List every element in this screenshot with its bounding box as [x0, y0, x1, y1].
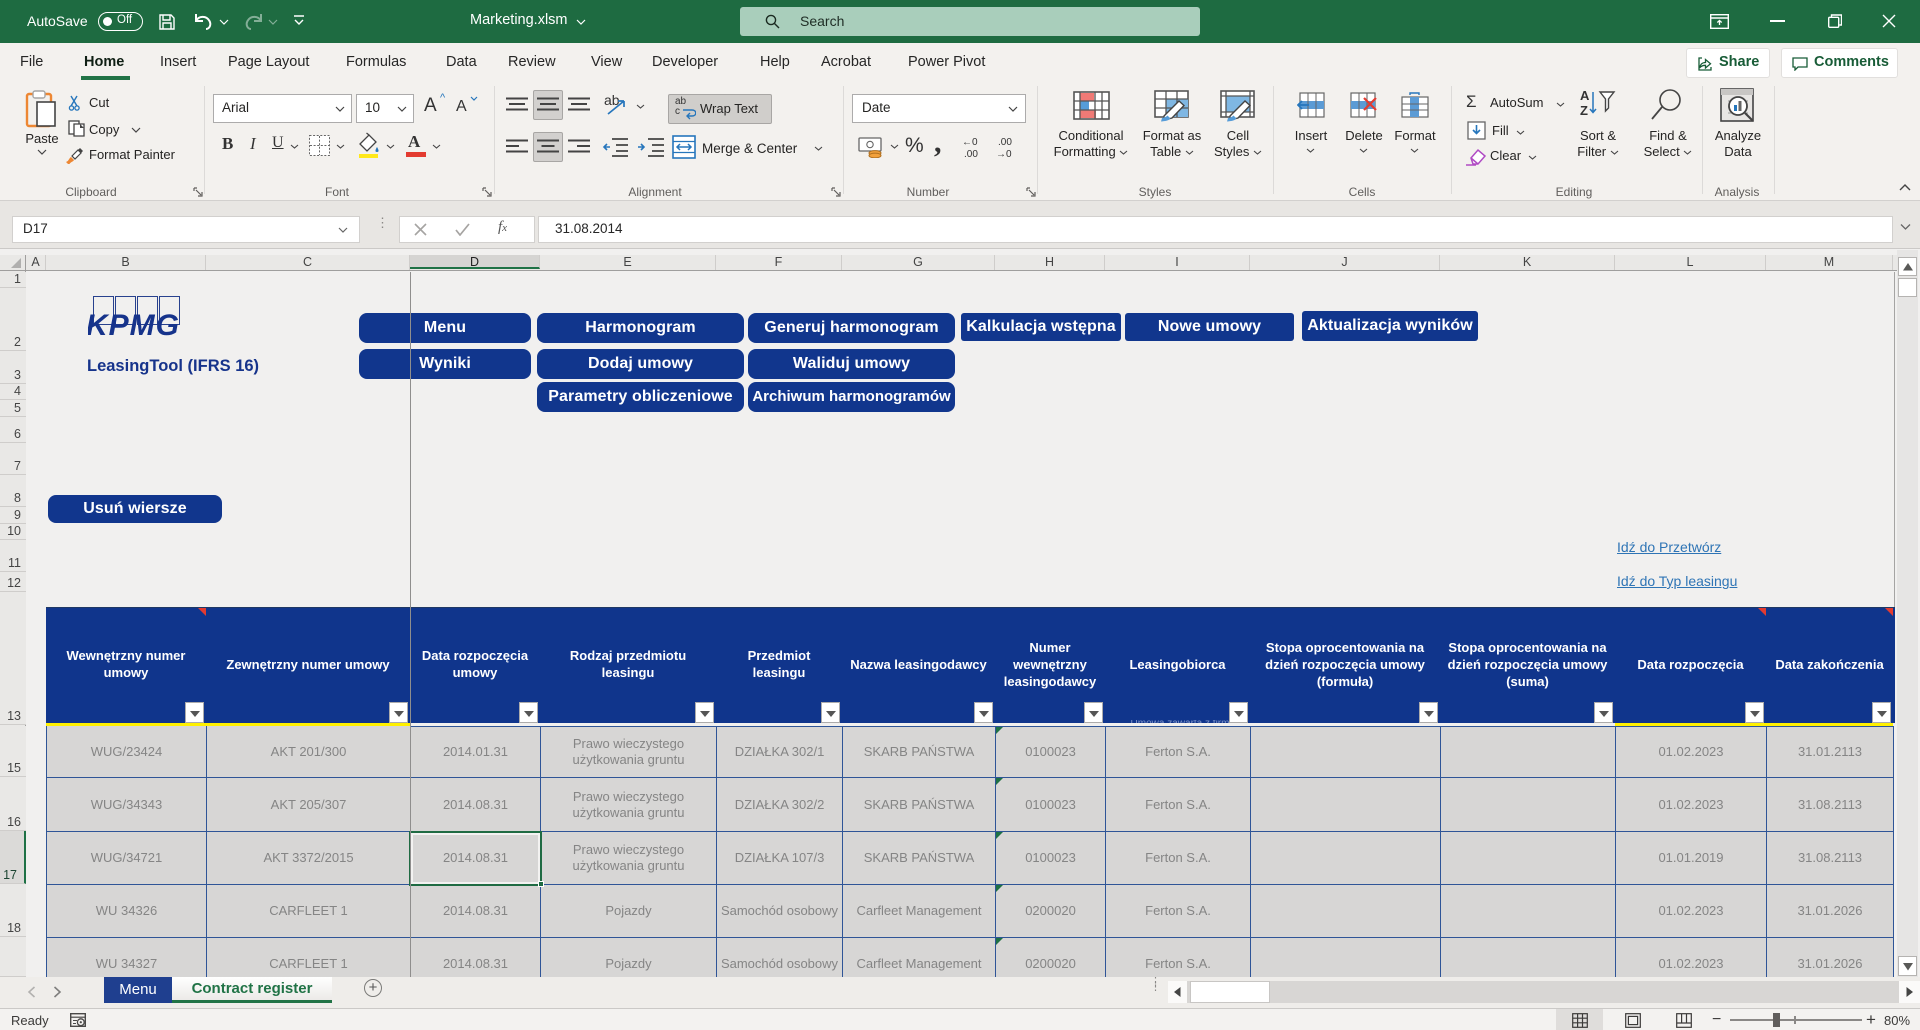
svg-text:.00: .00: [998, 137, 1012, 148]
svg-text:Z: Z: [1580, 103, 1588, 118]
svg-text:A: A: [1580, 88, 1590, 103]
svg-text:←0: ←0: [962, 137, 978, 148]
svg-text:→0: →0: [996, 149, 1012, 158]
svg-text:.00: .00: [964, 149, 978, 158]
svg-text:KPMG: KPMG: [88, 309, 179, 339]
